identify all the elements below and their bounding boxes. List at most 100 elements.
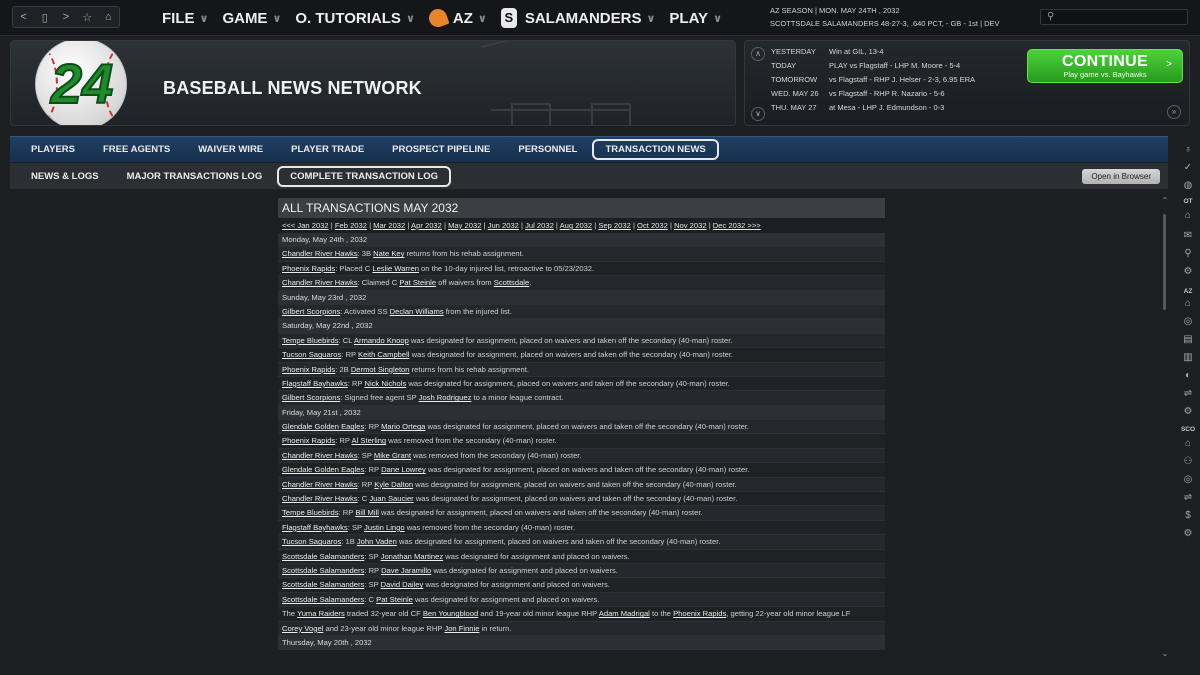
chevron-up-icon[interactable]: ∧ [751,47,765,61]
transactions-icon[interactable]: ⇌ [1176,388,1200,399]
entity-link[interactable]: Tucson Saguaros [282,537,341,546]
search-input[interactable]: ⚲ [1040,9,1188,25]
tab-news-logs[interactable]: NEWS & LOGS [18,166,112,187]
scroll-up-icon[interactable]: ⌃ [1160,196,1170,205]
chevron-down-icon[interactable]: ∨ [751,107,765,121]
tab-complete-transaction-log[interactable]: COMPLETE TRANSACTION LOG [277,165,451,187]
entity-link[interactable]: Pat Steinle [399,278,436,287]
month-link[interactable]: Feb 2032 [335,221,367,230]
entity-link[interactable]: Chandler River Hawks [282,249,358,258]
entity-link[interactable]: Jon Finnie [444,624,479,633]
gear-icon[interactable]: ⚙ [1176,406,1200,417]
tab-transaction-news[interactable]: TRANSACTION NEWS [592,139,719,160]
globe-icon[interactable]: ◍ [1176,180,1200,191]
schedule-row[interactable]: THU. MAY 27 at Mesa - LHP J. Edmundson - … [771,103,944,112]
month-link[interactable]: May 2032 [448,221,481,230]
entity-link[interactable]: Chandler River Hawks [282,278,358,287]
home-icon[interactable]: ⌂ [101,11,115,23]
fast-forward-icon[interactable]: » [1167,105,1181,119]
entity-link[interactable]: John Vaden [357,537,397,546]
menu-league-az[interactable]: AZ ∨ [426,6,487,30]
dollar-icon[interactable]: $ [1176,510,1200,521]
month-link[interactable]: Mar 2032 [373,221,405,230]
month-link[interactable]: Dec 2032 >>> [713,221,761,230]
entity-link[interactable]: Bill Mill [355,508,379,517]
target-icon[interactable]: ◎ [1176,316,1200,327]
scroll-down-icon[interactable]: ⌄ [1160,649,1170,658]
entity-link[interactable]: Scottsdale Salamanders [282,552,364,561]
entity-link[interactable]: Phoenix Rapids [282,436,335,445]
entity-link[interactable]: Josh Rodriguez [419,393,472,402]
entity-link[interactable]: Juan Saucier [369,494,413,503]
entity-link[interactable]: Phoenix Rapids [282,264,335,273]
entity-link[interactable]: Dermot Singleton [351,365,410,374]
entity-link[interactable]: Flagstaff Bayhawks [282,523,348,532]
entity-link[interactable]: Ben Youngblood [423,609,478,618]
menu-tutorials[interactable]: O. TUTORIALS ∨ [295,10,415,27]
entity-link[interactable]: Scottsdale Salamanders [282,566,364,575]
lightbulb-icon[interactable]: ♁ [1176,144,1200,155]
month-link[interactable]: Sep 2032 [598,221,631,230]
bar-chart-icon[interactable]: ▥ [1176,352,1200,363]
tab-waiver-wire[interactable]: WAIVER WIRE [185,139,276,160]
entity-link[interactable]: Leslie Warren [372,264,419,273]
entity-link[interactable]: Tucson Saguaros [282,350,341,359]
entity-link[interactable]: Declan Williams [390,307,444,316]
entity-link[interactable]: Flagstaff Bayhawks [282,379,348,388]
entity-link[interactable]: Nick Nichols [364,379,406,388]
vertical-scrollbar[interactable]: ⌃ ⌄ [1160,196,1170,658]
entity-link[interactable]: Tempe Bluebirds [282,508,339,517]
entity-link[interactable]: Chandler River Hawks [282,494,358,503]
schedule-row[interactable]: YESTERDAY Win at GIL, 13-4 [771,47,884,56]
home-icon[interactable]: ⌂ [1176,438,1200,449]
schedule-row[interactable]: WED. MAY 26 vs Flagstaff - RHP R. Nazario… [771,89,945,98]
forward-icon[interactable]: > [59,11,73,23]
entity-link[interactable]: Al Sterling [352,436,387,445]
tab-player-trade[interactable]: PLAYER TRADE [278,139,377,160]
schedule-row[interactable]: TODAY PLAY vs Flagstaff - LHP M. Moore - … [771,61,960,70]
entity-link[interactable]: Jonathan Martinez [381,552,443,561]
entity-link[interactable]: Dave Jaramillo [381,566,431,575]
menu-game[interactable]: GAME ∨ [222,10,281,27]
home-icon[interactable]: ⌂ [1176,210,1200,221]
entity-link[interactable]: Tempe Bluebirds [282,336,339,345]
check-icon[interactable]: ✓ [1176,162,1200,173]
tab-personnel[interactable]: PERSONNEL [505,139,590,160]
entity-link[interactable]: Scottsdale [494,278,529,287]
scroll-thumb[interactable] [1163,214,1166,310]
mail-icon[interactable]: ✉ [1176,230,1200,241]
entity-link[interactable]: David Dailey [381,580,424,589]
entity-link[interactable]: Keith Campbell [358,350,410,359]
tab-prospect-pipeline[interactable]: PROSPECT PIPELINE [379,139,503,160]
tab-major-transactions-log[interactable]: MAJOR TRANSACTIONS LOG [114,166,276,187]
roster-icon[interactable]: ⚇ [1176,456,1200,467]
menu-play[interactable]: PLAY ∨ [669,10,722,27]
entity-link[interactable]: Gilbert Scorpions [282,307,340,316]
back-icon[interactable]: < [17,11,31,23]
schedule-row[interactable]: TOMORROW vs Flagstaff - RHP J. Helser - 2… [771,75,975,84]
month-link[interactable]: Oct 2032 [637,221,668,230]
menu-file[interactable]: FILE ∨ [162,10,208,27]
entity-link[interactable]: Scottsdale Salamanders [282,580,364,589]
page-icon[interactable]: ▯ [38,11,52,24]
tab-free-agents[interactable]: FREE AGENTS [90,139,183,160]
entity-link[interactable]: Phoenix Rapids [673,609,726,618]
month-link[interactable]: Apr 2032 [411,221,442,230]
month-link[interactable]: Jul 2032 [525,221,554,230]
entity-link[interactable]: Mike Grant [374,451,411,460]
tab-players[interactable]: PLAYERS [18,139,88,160]
baseball-icon[interactable]: ◐ [1176,370,1200,381]
target-icon[interactable]: ◎ [1176,474,1200,485]
month-link[interactable]: Jun 2032 [488,221,519,230]
entity-link[interactable]: Kyle Dalton [374,480,413,489]
entity-link[interactable]: Glendale Golden Eagles [282,422,364,431]
entity-link[interactable]: Armando Knoop [354,336,409,345]
open-in-browser-button[interactable]: Open in Browser [1082,169,1160,184]
continue-button[interactable]: CONTINUE Play game vs. Bayhawks > [1027,49,1183,83]
entity-link[interactable]: Chandler River Hawks [282,480,358,489]
entity-link[interactable]: Yuma Raiders [297,609,345,618]
month-link[interactable]: Aug 2032 [560,221,593,230]
entity-link[interactable]: Mario Ortega [381,422,425,431]
entity-link[interactable]: Pat Steinle [376,595,413,604]
entity-link[interactable]: Chandler River Hawks [282,451,358,460]
